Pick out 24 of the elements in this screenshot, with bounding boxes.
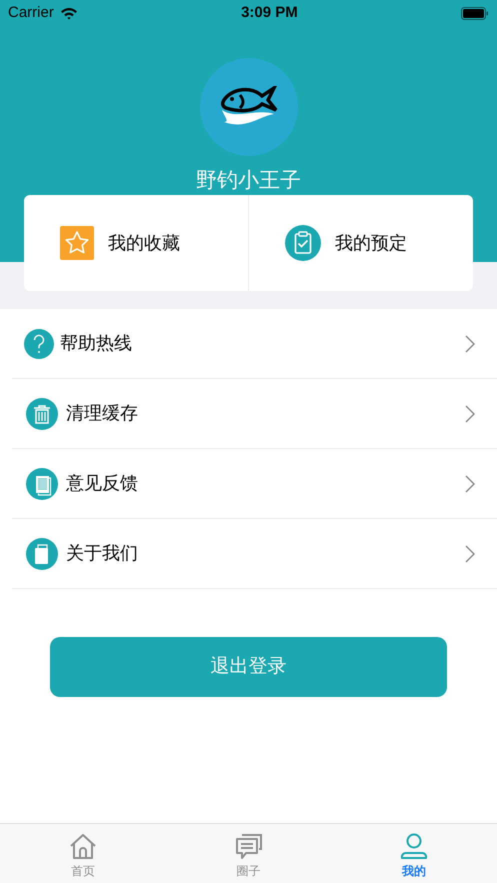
home-icon (68, 833, 97, 860)
menu-item[interactable]: 清理缓存 (66, 400, 457, 427)
clipboard-check-icon (285, 225, 321, 261)
question-icon (24, 328, 54, 358)
chevron-right-icon (465, 334, 475, 352)
carrier-label: Carrier (8, 2, 54, 23)
chevron-right-icon (465, 474, 475, 492)
clock-time: 3:09 PM (241, 2, 298, 23)
trash-icon (26, 398, 58, 430)
chevron-right-icon (465, 404, 475, 422)
battery-icon (461, 6, 489, 20)
shortcut-link[interactable]: 我的收藏 (108, 230, 180, 256)
menu-item[interactable]: 意见反馈 (66, 470, 457, 497)
chevron-right-icon (465, 544, 475, 562)
username: 野钓小王子 (196, 168, 301, 194)
menu-item[interactable]: 关于我们 (66, 540, 457, 567)
pages-icon (26, 538, 58, 570)
shortcut-link[interactable]: 我的预定 (335, 230, 407, 256)
wifi-icon (60, 6, 78, 20)
tab[interactable]: 我的 (402, 862, 426, 880)
menu-item[interactable]: 帮助热线 (60, 330, 459, 357)
user-icon (400, 833, 428, 860)
chat-icon (234, 833, 262, 860)
document-icon (26, 468, 58, 500)
